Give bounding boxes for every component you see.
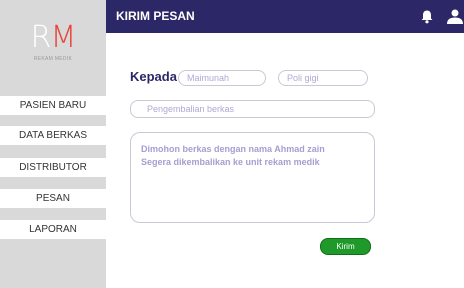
logo: RM REKAM MEDIK: [0, 22, 106, 63]
message-line-2: Segera dikembalikan ke unit rekam medik: [141, 157, 320, 167]
logo-subtitle: REKAM MEDIK: [33, 56, 73, 62]
recipient-label: Kepada: [130, 69, 177, 84]
logo-letter-m: M: [50, 20, 76, 55]
page-title: KIRIM PESAN: [116, 9, 195, 23]
sidebar-item-pasien-baru[interactable]: PASIEN BARU: [0, 96, 106, 115]
send-button[interactable]: Kirim: [320, 238, 371, 255]
recipient-unit-field[interactable]: Poli gigi: [278, 70, 368, 86]
message-line-1: Dimohon berkas dengan nama Ahmad zain: [141, 144, 325, 154]
sidebar-item-distributor[interactable]: DISTRIBUTOR: [0, 158, 106, 177]
logo-mark: RM: [0, 22, 106, 54]
bell-icon[interactable]: [420, 9, 434, 24]
logo-letter-r: R: [30, 20, 52, 55]
message-textarea[interactable]: Dimohon berkas dengan nama Ahmad zain Se…: [130, 132, 375, 223]
sidebar-item-data-berkas[interactable]: DATA BERKAS: [0, 126, 106, 145]
user-icon[interactable]: [446, 9, 464, 24]
sidebar-item-pesan[interactable]: PESAN: [0, 189, 106, 208]
sidebar: RM REKAM MEDIK PASIEN BARU DATA BERKAS D…: [0, 0, 106, 288]
sidebar-item-laporan[interactable]: LAPORAN: [0, 220, 106, 239]
header-bar: KIRIM PESAN: [106, 0, 464, 33]
subject-field[interactable]: Pengembalian berkas: [130, 100, 375, 118]
recipient-name-field[interactable]: Maimunah: [178, 70, 266, 86]
